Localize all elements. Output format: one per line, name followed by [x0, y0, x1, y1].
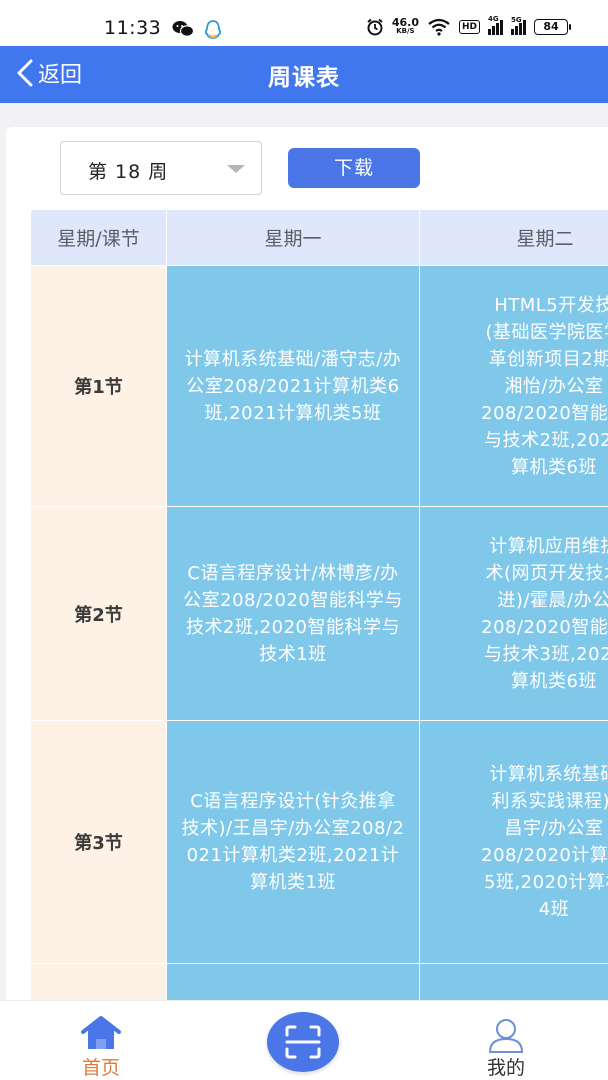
- wechat-icon: [172, 21, 194, 37]
- nav-mine-label: 我的: [486, 1057, 525, 1079]
- table-header-row: 星期/课节 星期一 星期二: [30, 209, 608, 266]
- course-cell[interactable]: 计算机系统基础/潘守志/办公室208/2021计算机类6班,2021计算机类5班: [166, 265, 420, 507]
- download-button[interactable]: 下载: [288, 148, 420, 188]
- table-row: 第2节 C语言程序设计/林博彦/办公室208/2020智能科学与技术2班,202…: [30, 506, 608, 721]
- period-label: 第1节: [30, 265, 167, 507]
- timetable-table: 星期/课节 星期一 星期二 第1节 计算机系统基础/潘守志/办公室208/202…: [30, 209, 608, 1002]
- course-cell[interactable]: [166, 963, 420, 1002]
- period-label: 第3节: [30, 720, 167, 964]
- status-time: 11:33: [104, 17, 162, 39]
- nav-home-label: 首页: [81, 1057, 120, 1079]
- qq-icon: [204, 20, 222, 39]
- status-app-icons: [172, 20, 222, 40]
- timetable[interactable]: 星期/课节 星期一 星期二 第1节 计算机系统基础/潘守志/办公室208/202…: [30, 209, 608, 1002]
- table-row: [30, 963, 608, 1002]
- nav-home[interactable]: 首页: [62, 1015, 140, 1080]
- course-cell[interactable]: C语言程序设计/林博彦/办公室208/2020智能科学与技术2班,2020智能科…: [166, 506, 420, 721]
- user-icon: [488, 1019, 524, 1053]
- status-indicators: 46.0 KB/S HD 4G 5G 84: [366, 15, 571, 36]
- course-cell[interactable]: [419, 963, 608, 1002]
- period-label: 第2节: [30, 506, 167, 721]
- day-header-monday: 星期一: [166, 209, 420, 266]
- nav-mine[interactable]: 我的: [470, 1017, 542, 1080]
- period-label: [30, 963, 167, 1002]
- signal-1: 4G: [488, 15, 503, 35]
- alarm-icon: [367, 18, 383, 36]
- app-header: 返回 周课表: [0, 46, 608, 103]
- course-cell[interactable]: 计算机系统基础 利系实践课程)/ 昌宇/办公室 208/2020计算机 5班,2…: [419, 720, 608, 964]
- hd-badge: HD: [458, 20, 480, 34]
- course-cell[interactable]: 计算机应用维折 术(网页开发技术 进)/霍晨/办公 208/2020智能和 与技…: [419, 506, 608, 721]
- scan-button[interactable]: [267, 1012, 339, 1072]
- wifi-icon: [428, 18, 450, 36]
- home-icon: [81, 1016, 121, 1049]
- day-header-tuesday: 星期二: [419, 209, 608, 266]
- caret-down-icon: [227, 165, 245, 173]
- table-row: 第3节 C语言程序设计(针灸推拿技术)/王昌宇/办公室208/2021计算机类2…: [30, 720, 608, 964]
- battery-indicator: 84: [534, 19, 571, 35]
- bottom-nav: 首页 我的: [0, 1000, 608, 1080]
- signal-2: 5G: [511, 16, 526, 35]
- course-cell[interactable]: C语言程序设计(针灸推拿技术)/王昌宇/办公室208/2021计算机类2班,20…: [166, 720, 420, 964]
- course-cell[interactable]: HTML5开发技 (基础医学院医学 革创新项目2期) 湘怡/办公室 208/20…: [419, 265, 608, 507]
- corner-header: 星期/课节: [30, 209, 167, 266]
- net-speed: 46.0 KB/S: [391, 16, 419, 35]
- week-select[interactable]: 第 18 周: [60, 141, 262, 195]
- status-bar: 11:33 46.0 KB/S HD 4G 5G 84: [0, 0, 608, 46]
- page-title: 周课表: [268, 65, 340, 91]
- week-select-value: 第 18 周: [88, 161, 169, 183]
- scan-icon: [285, 1025, 321, 1059]
- table-row: 第1节 计算机系统基础/潘守志/办公室208/2021计算机类6班,2021计算…: [30, 265, 608, 507]
- schedule-card: 第 18 周 下载 星期/课节 星期一 星期二 第1节 计算机系统基础/潘守志/…: [6, 127, 608, 1002]
